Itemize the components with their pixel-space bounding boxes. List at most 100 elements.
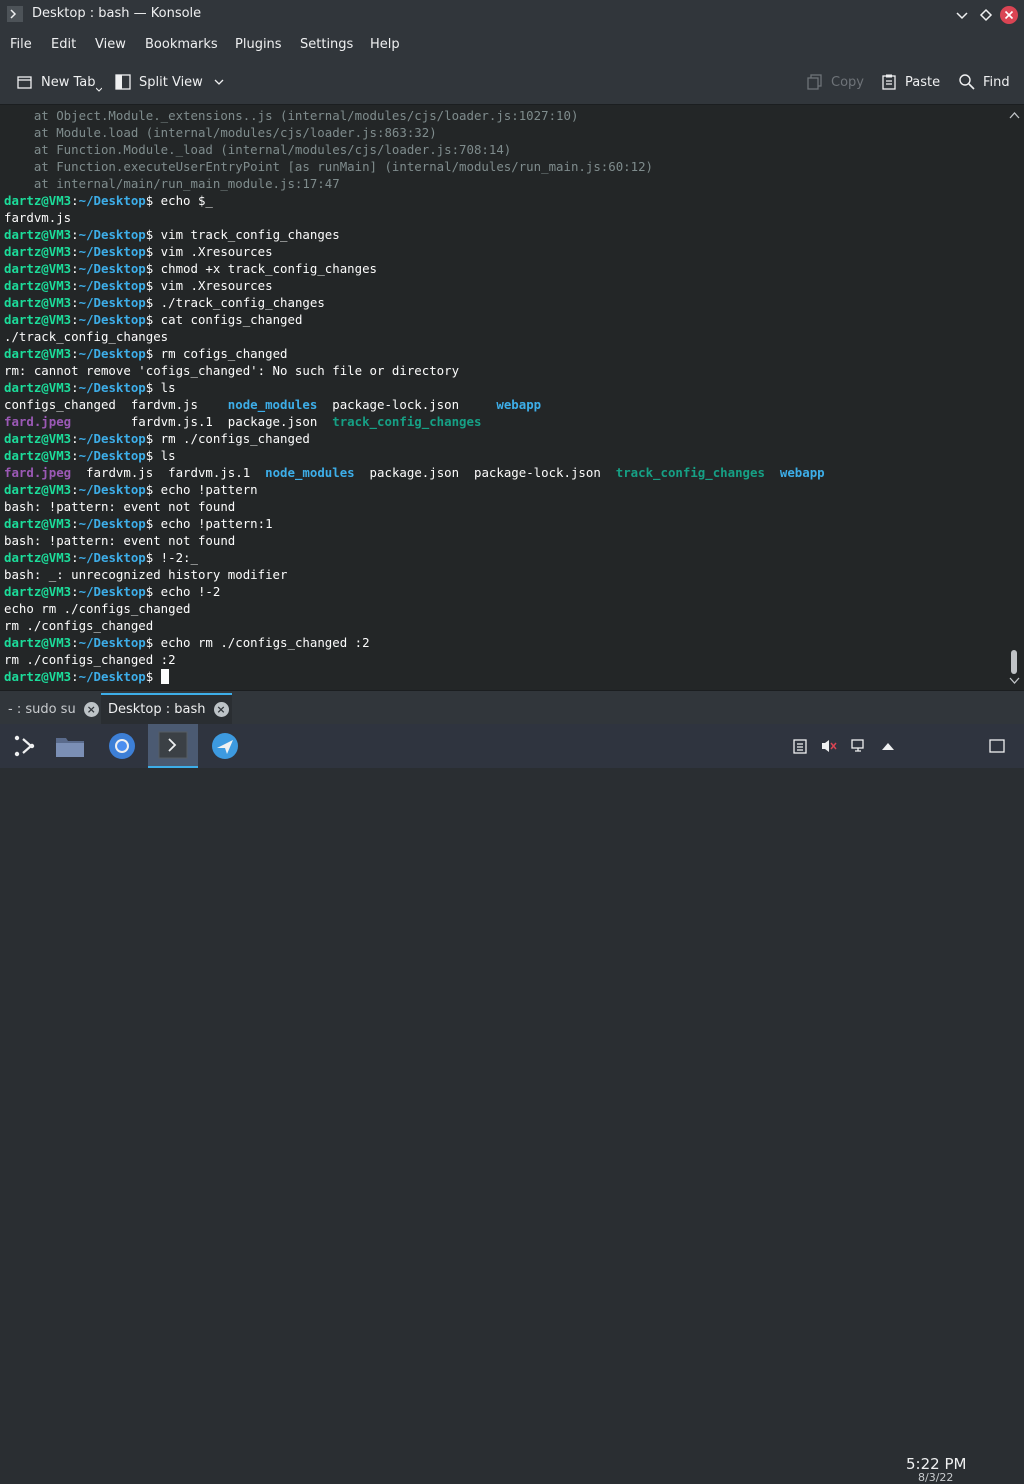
prompt-path: ~/Desktop xyxy=(78,669,146,684)
paste-icon xyxy=(882,74,896,90)
copy-button[interactable]: Copy xyxy=(806,72,864,92)
split-view-button[interactable]: Split View xyxy=(114,72,232,92)
taskbar-app[interactable] xyxy=(200,724,250,768)
tray-expand-icon[interactable] xyxy=(880,738,896,754)
terminal-scrollbar[interactable] xyxy=(1005,105,1024,690)
menu-help[interactable]: Help xyxy=(370,37,400,52)
terminal-output-line: bash: _: unrecognized history modifier xyxy=(4,566,825,583)
prompt-user: dartz@VM3 xyxy=(4,482,72,497)
chromium-icon xyxy=(109,733,135,759)
clock-date[interactable]: 8/3/22 xyxy=(918,1471,953,1484)
prompt-separator: : xyxy=(71,261,79,276)
app-launcher-button[interactable] xyxy=(0,724,50,768)
output-text: webapp xyxy=(496,397,542,412)
output-text: fard.jpeg xyxy=(4,465,72,480)
volume-muted-icon[interactable] xyxy=(821,738,837,754)
terminal-prompt-line: dartz@VM3:~/Desktop$ vim track_config_ch… xyxy=(4,226,825,243)
tab-label: Desktop : bash xyxy=(108,702,206,717)
prompt-separator: : xyxy=(71,584,79,599)
output-text: package-lock.json xyxy=(317,397,497,412)
prompt-user: dartz@VM3 xyxy=(4,312,72,327)
output-text: fard.jpeg xyxy=(4,414,72,429)
terminal-prompt-line: dartz@VM3:~/Desktop$ ls xyxy=(4,379,825,396)
title-bar[interactable]: Desktop : bash — Konsole xyxy=(0,0,1024,30)
prompt-user: dartz@VM3 xyxy=(4,346,72,361)
output-text: configs_changed fardvm.js xyxy=(4,397,228,412)
menu-view[interactable]: View xyxy=(95,37,126,52)
prompt-separator: : xyxy=(71,346,79,361)
prompt-user: dartz@VM3 xyxy=(4,227,72,242)
output-text: bash: !pattern: event not found xyxy=(4,499,236,514)
konsole-icon xyxy=(7,6,23,22)
menu-file[interactable]: File xyxy=(10,37,32,52)
maximize-icon[interactable] xyxy=(976,5,996,25)
close-tab-icon[interactable]: × xyxy=(213,702,229,717)
menu-settings[interactable]: Settings xyxy=(300,37,353,52)
terminal-output-line: fardvm.js xyxy=(4,209,825,226)
prompt-separator: : xyxy=(71,635,79,650)
command-text: $ echo !pattern:1 xyxy=(145,516,273,531)
close-tab-icon[interactable]: × xyxy=(83,701,99,717)
split-view-label: Split View xyxy=(139,74,203,90)
output-text: at Function.Module._load (internal/modul… xyxy=(4,142,512,157)
clipboard-icon[interactable] xyxy=(792,738,808,754)
menu-bookmarks[interactable]: Bookmarks xyxy=(145,37,218,52)
terminal-output-line: echo rm ./configs_changed xyxy=(4,600,825,617)
terminal-prompt-line: dartz@VM3:~/Desktop$ !-2:_ xyxy=(4,549,825,566)
command-text: $ xyxy=(145,669,161,684)
prompt-user: dartz@VM3 xyxy=(4,380,72,395)
split-view-icon xyxy=(115,74,131,90)
prompt-separator: : xyxy=(71,550,79,565)
app-icon xyxy=(212,733,238,759)
prompt-path: ~/Desktop xyxy=(78,312,146,327)
terminal-prompt-line: dartz@VM3:~/Desktop$ vim .Xresources xyxy=(4,277,825,294)
find-button[interactable]: Find xyxy=(958,72,1010,92)
taskbar-konsole[interactable] xyxy=(148,724,198,768)
tab-sudo-su[interactable]: - : sudo su × xyxy=(0,695,106,723)
terminal-prompt-line: dartz@VM3:~/Desktop$ ./track_config_chan… xyxy=(4,294,825,311)
output-text: echo rm ./configs_changed xyxy=(4,601,191,616)
output-text: package.json package-lock.json xyxy=(354,465,616,480)
menu-plugins[interactable]: Plugins xyxy=(235,37,282,52)
minimize-icon[interactable] xyxy=(952,5,972,25)
command-text: $ echo !-2 xyxy=(145,584,221,599)
paste-label: Paste xyxy=(905,74,941,90)
terminal-output-line: at Object.Module._extensions..js (intern… xyxy=(4,107,825,124)
terminal-output-line: bash: !pattern: event not found xyxy=(4,498,825,515)
command-text: $ vim track_config_changes xyxy=(145,227,340,242)
terminal-prompt-line: dartz@VM3:~/Desktop$ echo !pattern:1 xyxy=(4,515,825,532)
prompt-separator: : xyxy=(71,193,79,208)
terminal-output-line: at Function.executeUserEntryPoint [as ru… xyxy=(4,158,825,175)
command-text: $ echo $_ xyxy=(145,193,213,208)
scroll-up-icon[interactable] xyxy=(1009,110,1020,121)
terminal-view[interactable]: at Object.Module._extensions..js (intern… xyxy=(0,105,1005,690)
prompt-path: ~/Desktop xyxy=(78,227,146,242)
taskbar-file-manager[interactable] xyxy=(45,724,95,768)
output-text: rm: cannot remove 'cofigs_changed': No s… xyxy=(4,363,460,378)
menu-edit[interactable]: Edit xyxy=(51,37,76,52)
window-title: Desktop : bash — Konsole xyxy=(32,6,202,21)
terminal-output-line: rm: cannot remove 'cofigs_changed': No s… xyxy=(4,362,825,379)
prompt-user: dartz@VM3 xyxy=(4,516,72,531)
scroll-thumb[interactable] xyxy=(1011,650,1017,674)
taskbar: 5:22 PM 8/3/22 xyxy=(0,724,1024,1484)
prompt-separator: : xyxy=(71,227,79,242)
network-icon[interactable] xyxy=(851,738,867,754)
show-desktop-icon[interactable] xyxy=(989,738,1005,754)
taskbar-chromium[interactable] xyxy=(97,724,147,768)
output-text: rm ./configs_changed xyxy=(4,618,154,633)
close-icon[interactable] xyxy=(999,5,1019,25)
prompt-path: ~/Desktop xyxy=(78,635,146,650)
prompt-separator: : xyxy=(71,448,79,463)
prompt-user: dartz@VM3 xyxy=(4,448,72,463)
prompt-path: ~/Desktop xyxy=(78,193,146,208)
scroll-down-icon[interactable] xyxy=(1009,675,1020,686)
paste-button[interactable]: Paste xyxy=(880,72,940,92)
tab-desktop-bash[interactable]: Desktop : bash × xyxy=(101,693,232,724)
terminal-prompt-line: dartz@VM3:~/Desktop$ echo $_ xyxy=(4,192,825,209)
prompt-path: ~/Desktop xyxy=(78,516,146,531)
prompt-user: dartz@VM3 xyxy=(4,584,72,599)
new-tab-button[interactable]: New Tab xyxy=(16,72,109,92)
output-text: webapp xyxy=(779,465,825,480)
